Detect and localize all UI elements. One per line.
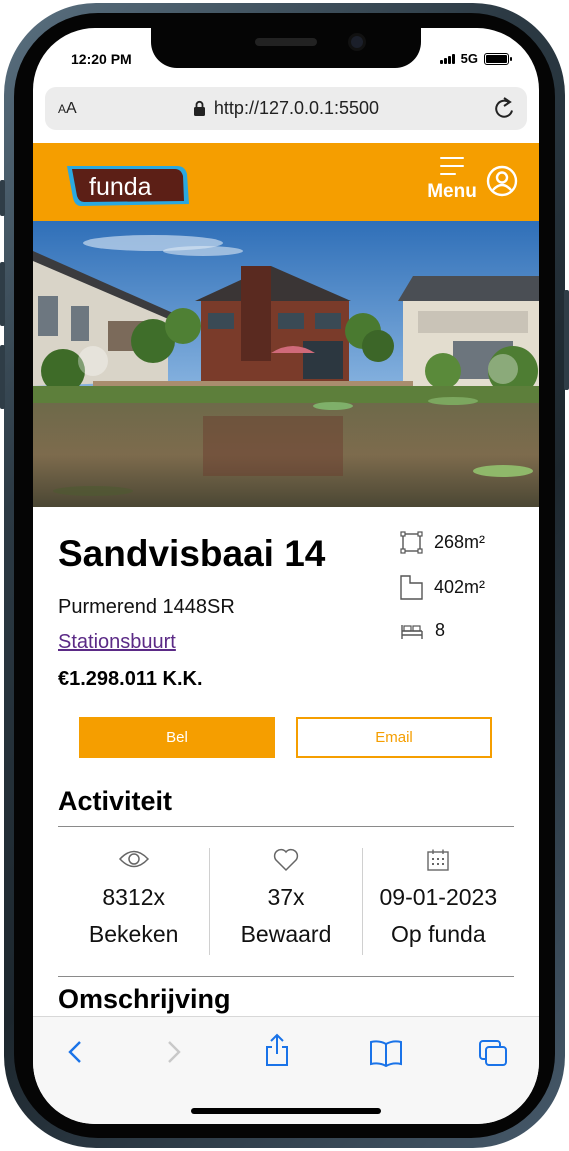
calendar-icon: [427, 849, 450, 871]
listing-price: €1.298.011 K.K.: [58, 668, 203, 690]
activity-heading: Activiteit: [58, 786, 173, 816]
views-label: Bekeken: [88, 921, 179, 947]
battery-icon: [484, 52, 512, 65]
url-display[interactable]: http://127.0.0.1:5500: [45, 98, 527, 119]
menu-label: Menu: [427, 181, 477, 202]
previous-photo-icon[interactable]: [78, 346, 108, 376]
signal-icon: [439, 53, 455, 64]
listed-date-value: 09-01-2023: [379, 884, 498, 910]
activity-divider: [58, 826, 514, 827]
volume-down-button: [0, 262, 5, 326]
stat-saved: 37x Bewaard: [209, 848, 361, 955]
svg-text:funda: funda: [89, 173, 152, 201]
neighborhood-link[interactable]: Stationsbuurt: [58, 631, 176, 654]
front-camera: [348, 33, 366, 51]
site-header: funda Menu: [33, 143, 539, 221]
heart-icon: [273, 848, 299, 872]
saved-value: 37x: [267, 884, 305, 910]
menu-button[interactable]: Menu: [426, 157, 478, 203]
earpiece-speaker: [255, 38, 317, 46]
user-icon[interactable]: [486, 165, 518, 197]
feature-bedrooms: 8: [400, 620, 445, 641]
living-area-value: 268m²: [434, 532, 486, 552]
back-icon[interactable]: [66, 1039, 86, 1065]
eye-icon: [118, 850, 149, 868]
feature-plot-area: 402m²: [400, 575, 485, 600]
bookmarks-icon[interactable]: [369, 1039, 403, 1067]
power-button: [564, 290, 569, 390]
tabs-icon[interactable]: [478, 1039, 508, 1067]
home-indicator[interactable]: [191, 1108, 381, 1114]
property-photo[interactable]: [33, 221, 539, 507]
hamburger-icon: [440, 157, 464, 175]
stat-listed-date: 09-01-2023 Op funda: [361, 848, 514, 955]
saved-label: Bewaard: [240, 921, 332, 947]
plot-area-value: 402m²: [434, 577, 486, 597]
notch: [151, 28, 421, 68]
views-value: 8312x: [102, 884, 165, 910]
email-button[interactable]: Email: [296, 717, 492, 758]
network-label: 5G: [460, 51, 478, 66]
next-photo-icon[interactable]: [488, 354, 518, 384]
bedroom-count: 8: [435, 620, 446, 640]
description-divider: [58, 976, 514, 977]
funda-logo[interactable]: funda: [65, 164, 190, 208]
status-time: 12:20 PM: [71, 51, 132, 67]
lock-icon: [193, 100, 205, 116]
listing-title: Sandvisbaai 14: [58, 533, 326, 574]
listing-city: Purmerend 1448SR: [58, 596, 235, 618]
forward-icon[interactable]: [163, 1039, 183, 1065]
listed-date-label: Op funda: [391, 921, 486, 947]
plot-area-icon: [400, 575, 423, 600]
phone-screen: 12:20 PM 5G AA http://127.0.0.1:5500 fun…: [33, 28, 539, 1124]
reload-icon[interactable]: [493, 96, 517, 122]
activity-stats: 8312x Bekeken 37x Bewaard 09-01-2023 Op …: [58, 848, 514, 955]
share-icon[interactable]: [263, 1033, 291, 1067]
bedroom-icon: [401, 624, 423, 639]
url-text: http://127.0.0.1:5500: [213, 98, 380, 118]
status-indicators: 5G: [439, 51, 512, 66]
silent-switch: [0, 345, 5, 409]
description-heading: Omschrijving: [58, 984, 231, 1014]
volume-up-button: [0, 180, 5, 216]
living-area-icon: [400, 531, 423, 554]
address-bar[interactable]: AA http://127.0.0.1:5500: [45, 87, 527, 130]
feature-living-area: 268m²: [400, 531, 485, 554]
stat-views: 8312x Bekeken: [58, 848, 209, 955]
call-button[interactable]: Bel: [79, 717, 275, 758]
